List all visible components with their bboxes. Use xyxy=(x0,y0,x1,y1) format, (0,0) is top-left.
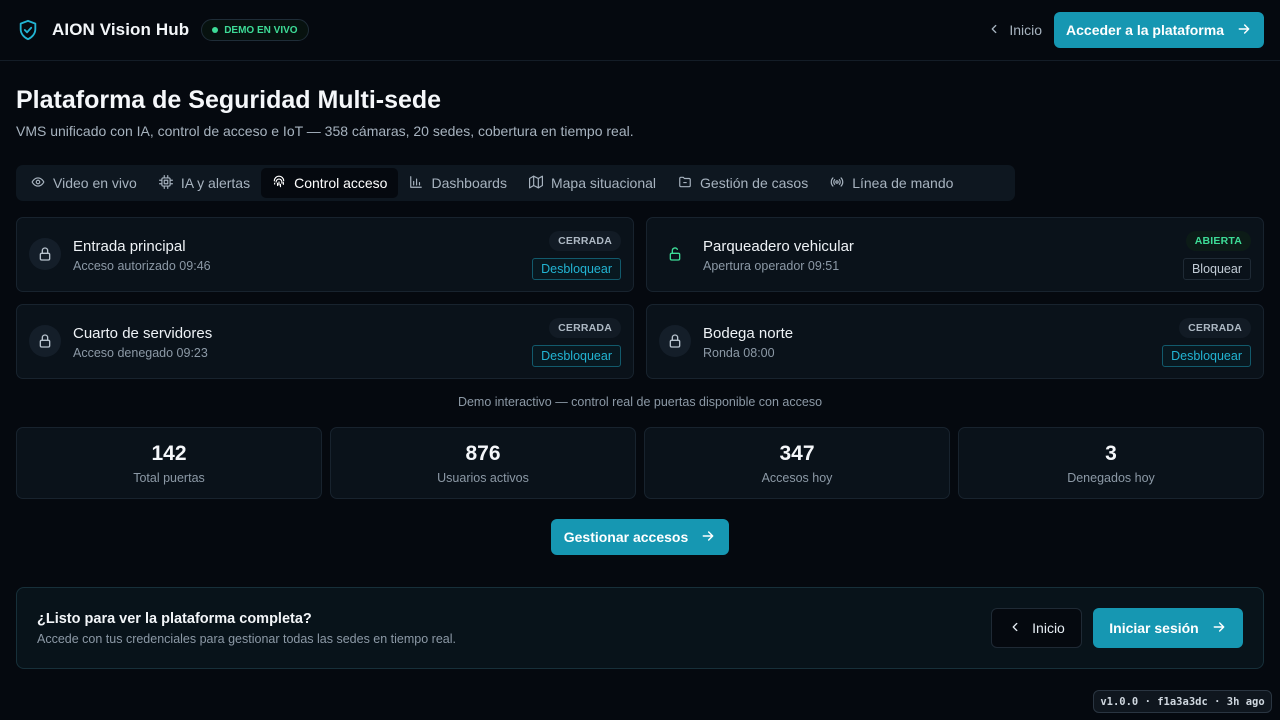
live-badge-label: DEMO EN VIVO xyxy=(224,24,298,36)
door-name: Cuarto de servidores xyxy=(73,325,213,342)
home-button[interactable]: Inicio xyxy=(991,608,1082,648)
feature-tabs: Video en vivo IA y alertas Control acces… xyxy=(16,165,1015,201)
brand-name: AION Vision Hub xyxy=(52,20,190,39)
stat-card: 142 Total puertas xyxy=(16,427,322,499)
tab-label: IA y alertas xyxy=(180,175,251,191)
stat-card: 876 Usuarios activos xyxy=(330,427,636,499)
unlock-button[interactable]: Desbloquear xyxy=(532,345,621,367)
status-badge: CERRADA xyxy=(549,231,621,251)
stat-value: 142 xyxy=(151,442,187,465)
status-badge: CERRADA xyxy=(1179,318,1251,338)
chevron-left-icon xyxy=(987,22,1001,39)
manage-access-button[interactable]: Gestionar accesos xyxy=(551,519,729,555)
live-badge: DEMO EN VIVO xyxy=(201,19,309,41)
stat-label: Usuarios activos xyxy=(437,471,529,485)
arrow-right-icon xyxy=(1236,21,1252,40)
door-detail: Ronda 08:00 xyxy=(703,346,775,360)
door-detail: Acceso denegado 09:23 xyxy=(73,346,208,360)
arrow-right-icon xyxy=(1211,619,1227,638)
status-badge: ABIERTA xyxy=(1185,231,1251,251)
home-link[interactable]: Inicio xyxy=(983,22,1046,39)
shield-check-icon xyxy=(16,18,40,42)
lock-button[interactable]: Bloquear xyxy=(1182,258,1251,280)
eye-icon xyxy=(31,175,45,192)
tab-control-acceso[interactable]: Control acceso xyxy=(261,168,399,198)
cta-heading: ¿Listo para ver la plataforma completa? xyxy=(37,611,312,627)
tab-label: Video en vivo xyxy=(53,175,137,191)
page-title: Plataforma de Seguridad Multi-sede xyxy=(16,86,442,114)
door-detail: Acceso autorizado 09:46 xyxy=(73,259,211,273)
tab-gestion-de-casos[interactable]: Gestión de casos xyxy=(667,168,819,198)
stat-label: Accesos hoy xyxy=(761,471,833,485)
map-icon xyxy=(528,175,543,192)
top-bar: AION Vision Hub DEMO EN VIVO Inicio Acce… xyxy=(0,0,1280,61)
manage-access-label: Gestionar accesos xyxy=(563,529,689,545)
tab-label: Dashboards xyxy=(431,175,507,191)
unlock-button[interactable]: Desbloquear xyxy=(1162,345,1251,367)
status-badge: CERRADA xyxy=(549,318,621,338)
version-badge: v1.0.0 · f1a3a3dc · 3h ago xyxy=(1093,690,1272,713)
stat-label: Total puertas xyxy=(133,471,205,485)
fingerprint-icon xyxy=(272,175,286,192)
login-button-label: Iniciar sesión xyxy=(1109,620,1199,636)
login-button[interactable]: Iniciar sesión xyxy=(1093,608,1243,648)
door-card: Entrada principal Acceso autorizado 09:4… xyxy=(16,217,634,292)
tab-label: Mapa situacional xyxy=(550,175,657,191)
chevron-left-icon xyxy=(1008,620,1022,637)
unlock-icon xyxy=(659,238,691,270)
demo-note: Demo interactivo — control real de puert… xyxy=(457,395,823,409)
door-card: Cuarto de servidores Acceso denegado 09:… xyxy=(16,304,634,379)
tab-label: Línea de mando xyxy=(852,175,954,191)
stat-card: 347 Accesos hoy xyxy=(644,427,950,499)
lock-icon xyxy=(29,238,61,270)
tab-mapa-situacional[interactable]: Mapa situacional xyxy=(518,168,667,198)
tab-ia-y-alertas[interactable]: IA y alertas xyxy=(148,168,261,198)
stat-label: Denegados hoy xyxy=(1067,471,1155,485)
radio-icon xyxy=(830,175,844,192)
door-name: Entrada principal xyxy=(73,238,186,255)
tab-video-en-vivo[interactable]: Video en vivo xyxy=(20,168,148,198)
door-card: Bodega norte Ronda 08:00 CERRADA Desbloq… xyxy=(646,304,1264,379)
cta-text: Accede con tus credenciales para gestion… xyxy=(37,632,456,646)
tab-label: Control acceso xyxy=(294,175,388,191)
stat-card: 3 Denegados hoy xyxy=(958,427,1264,499)
access-platform-button[interactable]: Acceder a la plataforma xyxy=(1054,12,1264,48)
page-subtitle: VMS unificado con IA, control de acceso … xyxy=(16,123,634,139)
door-detail: Apertura operador 09:51 xyxy=(703,259,840,273)
home-link-label: Inicio xyxy=(1009,22,1043,38)
arrow-right-icon xyxy=(700,528,716,547)
door-name: Parqueadero vehicular xyxy=(703,238,854,255)
live-dot xyxy=(212,27,219,33)
door-card: Parqueadero vehicular Apertura operador … xyxy=(646,217,1264,292)
tab-label: Gestión de casos xyxy=(700,175,809,191)
tab-dashboards[interactable]: Dashboards xyxy=(398,168,518,198)
stat-value: 347 xyxy=(779,442,815,465)
cpu-icon xyxy=(158,174,173,192)
stat-value: 3 xyxy=(1105,442,1117,465)
lock-icon xyxy=(29,325,61,357)
door-name: Bodega norte xyxy=(703,325,794,342)
stat-value: 876 xyxy=(465,442,501,465)
lock-icon xyxy=(659,325,691,357)
bar-chart-icon xyxy=(409,175,423,192)
header-actions: Inicio Acceder a la plataforma xyxy=(983,12,1264,48)
access-platform-label: Acceder a la plataforma xyxy=(1066,22,1224,38)
cta-panel: ¿Listo para ver la plataforma completa? … xyxy=(16,587,1264,669)
unlock-button[interactable]: Desbloquear xyxy=(532,258,621,280)
tab-linea-de-mando[interactable]: Línea de mando xyxy=(819,168,964,198)
folder-icon xyxy=(678,175,692,192)
home-button-label: Inicio xyxy=(1032,620,1065,636)
